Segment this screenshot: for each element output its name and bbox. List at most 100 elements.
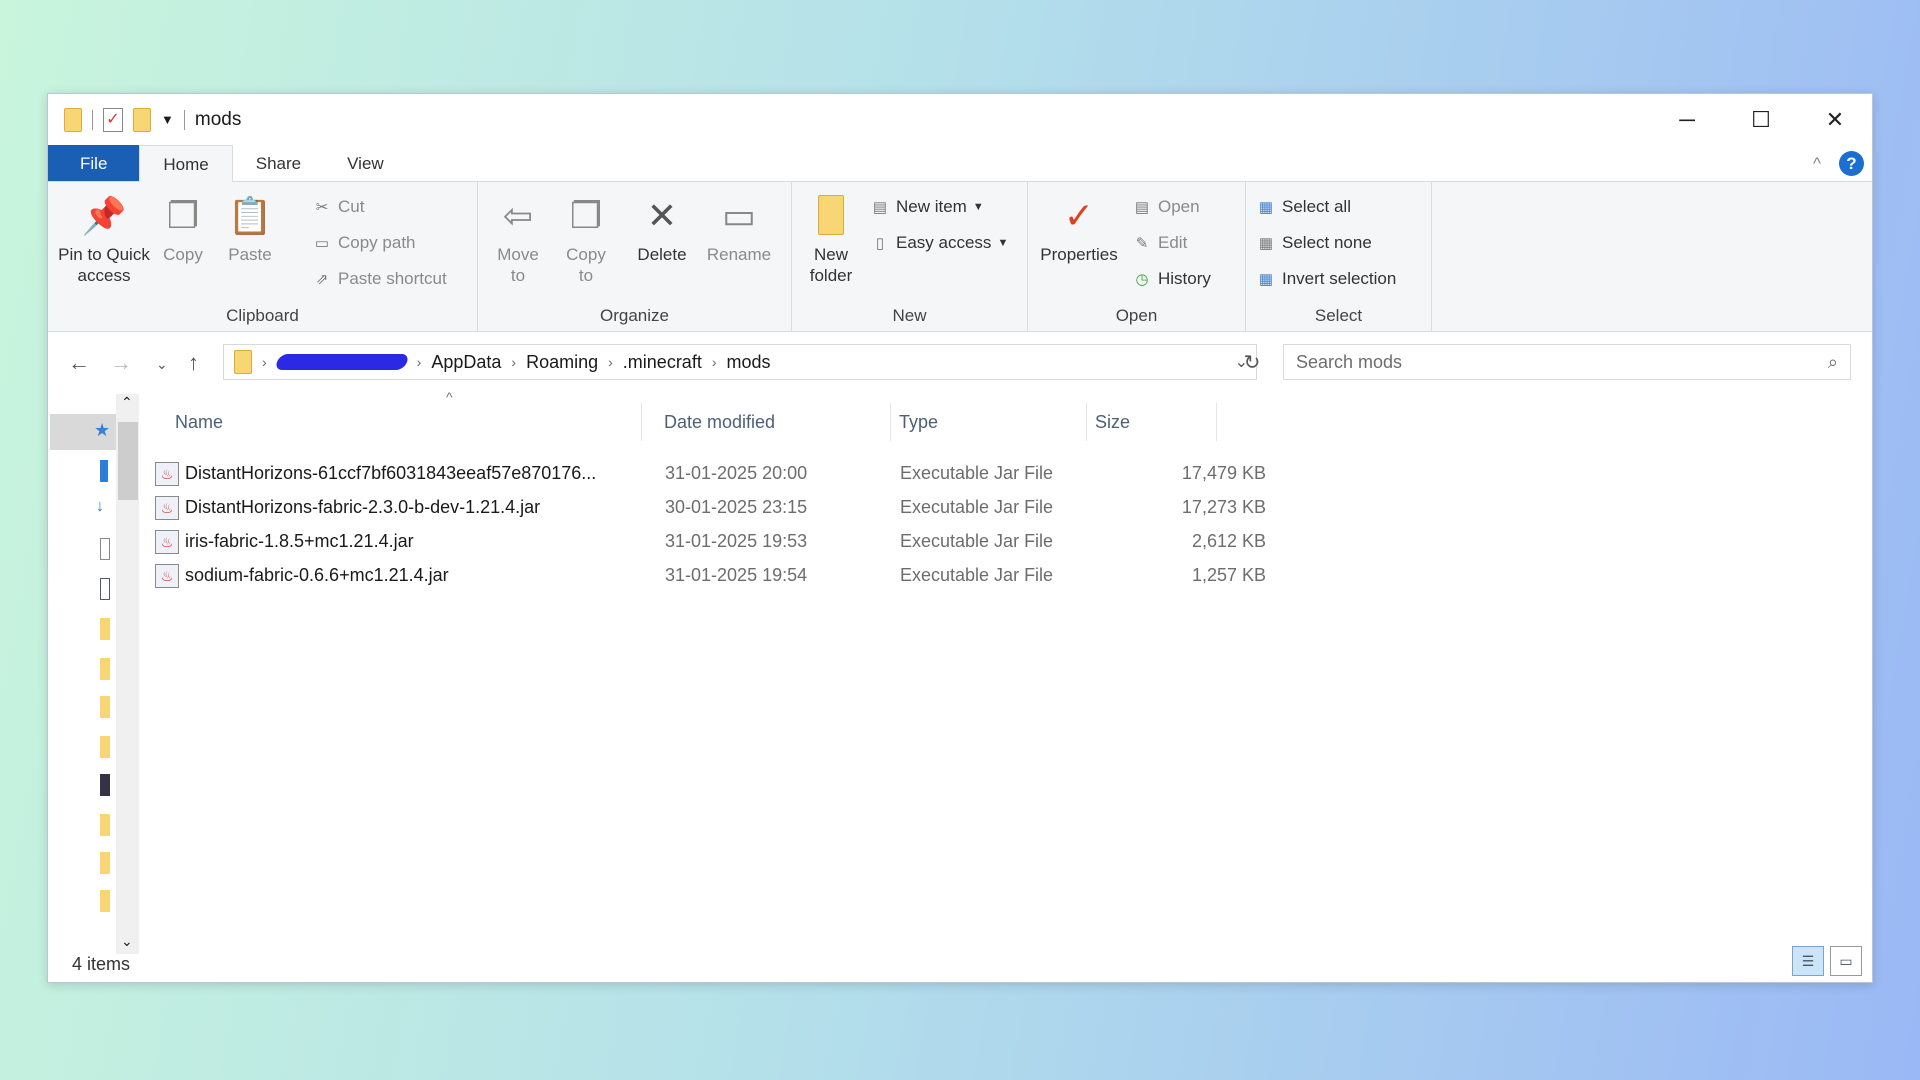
help-icon[interactable]: ? [1839, 151, 1864, 176]
jar-file-icon: ♨ [155, 530, 179, 554]
history-button[interactable]: ◷ History [1132, 266, 1211, 292]
column-header-type[interactable]: Type [891, 403, 1087, 441]
redacted-user-crumb[interactable] [273, 354, 410, 370]
breadcrumb-minecraft[interactable]: .minecraft [623, 352, 702, 373]
properties-button[interactable]: ✓ Properties [1034, 192, 1124, 265]
move-to-icon: ⇦ [502, 194, 534, 236]
column-header-date[interactable]: Date modified [656, 403, 891, 441]
window-title: mods [194, 108, 242, 130]
divider [183, 109, 185, 130]
open-button[interactable]: ▤ Open [1132, 194, 1200, 220]
scissors-icon: ✂ [315, 199, 329, 216]
edit-icon: ✎ [1135, 235, 1149, 252]
scrollbar-thumb[interactable] [118, 422, 138, 500]
folder-icon[interactable] [100, 736, 110, 758]
maximize-button[interactable]: ☐ [1724, 94, 1798, 145]
select-none-icon: ▦ [1258, 235, 1274, 252]
delete-button[interactable]: ✕ Delete [632, 192, 692, 265]
status-item-count: 4 items [72, 954, 131, 974]
new-folder-button[interactable]: New folder [800, 192, 862, 286]
tab-view[interactable]: View [324, 145, 407, 181]
details-view-button[interactable]: ☰ [1792, 946, 1824, 976]
select-none-label: Select none [1282, 233, 1372, 252]
breadcrumb-mods[interactable]: mods [727, 352, 771, 373]
tab-file[interactable]: File [48, 145, 140, 181]
address-bar[interactable]: › › AppData › Roaming › .minecraft › mod… [223, 344, 1257, 380]
edit-button[interactable]: ✎ Edit [1132, 230, 1188, 256]
file-date: 31-01-2025 20:00 [665, 463, 808, 483]
forward-button[interactable]: → [110, 350, 132, 376]
pin-button[interactable]: 📌 Pin to Quick access [58, 192, 150, 286]
refresh-button[interactable]: ↻ [1233, 344, 1271, 380]
folder-icon[interactable] [100, 618, 110, 640]
copy-path-button[interactable]: ▭ Copy path [312, 230, 416, 256]
breadcrumb-roaming[interactable]: Roaming [526, 352, 598, 373]
file-name: iris-fabric-1.8.5+mc1.21.4.jar [185, 531, 414, 551]
invert-selection-icon: ▦ [1258, 271, 1274, 288]
paste-shortcut-button[interactable]: ⇗ Paste shortcut [312, 266, 447, 292]
folder-icon[interactable] [100, 814, 110, 836]
open-icon: ▤ [1134, 199, 1150, 216]
clipboard-group: 📌 Pin to Quick access ❐ Copy 📋 Paste ✂ Cut ▭… [48, 182, 478, 332]
easy-access-button[interactable]: ▯ Easy access ▼ [870, 230, 1008, 256]
new-folder-quick-icon[interactable] [133, 107, 151, 132]
breadcrumb-appdata[interactable]: AppData [431, 352, 501, 373]
customize-toolbar-icon[interactable]: ▼ [161, 112, 174, 127]
history-label: History [1158, 269, 1211, 288]
properties-quick-icon[interactable]: ✓ [103, 107, 123, 132]
videos-icon[interactable] [100, 774, 110, 796]
pin-label: Pin to Quick access [58, 245, 150, 285]
jar-file-icon: ♨ [155, 496, 179, 520]
file-row[interactable]: ♨ sodium-fabric-0.6.6+mc1.21.4.jar 31-01… [138, 559, 1268, 591]
paste-button[interactable]: 📋 Paste [220, 192, 280, 265]
copy-button[interactable]: ❐ Copy [158, 192, 208, 265]
cut-label: Cut [338, 197, 365, 216]
pictures-icon[interactable] [100, 578, 110, 600]
copy-to-button[interactable]: ❐ Copy to [558, 192, 614, 286]
folder-icon[interactable] [100, 696, 110, 718]
large-icons-view-button[interactable]: ▭ [1830, 946, 1862, 976]
cut-button[interactable]: ✂ Cut [312, 194, 365, 220]
file-type: Executable Jar File [900, 531, 1054, 551]
copy-to-label: Copy to [566, 245, 606, 285]
invert-selection-button[interactable]: ▦ Invert selection [1256, 266, 1396, 292]
close-button[interactable]: ✕ [1798, 94, 1872, 145]
rename-label: Rename [706, 245, 772, 264]
scroll-down-icon[interactable]: ⌄ [121, 933, 133, 950]
documents-icon[interactable] [100, 538, 110, 560]
rename-button[interactable]: ▭ Rename [702, 192, 776, 265]
tab-home[interactable]: Home [139, 145, 233, 183]
scroll-up-icon[interactable]: ⌃ [121, 394, 133, 411]
select-none-button[interactable]: ▦ Select none [1256, 230, 1372, 256]
column-header-size[interactable]: Size [1087, 403, 1217, 441]
move-to-button[interactable]: ⇦ Move to [490, 192, 546, 286]
new-item-button[interactable]: ▤ New item ▼ [870, 194, 984, 220]
select-all-button[interactable]: ▦ Select all [1256, 194, 1351, 220]
desktop-icon[interactable] [100, 460, 108, 482]
folder-icon[interactable] [100, 658, 110, 680]
collapse-ribbon-icon[interactable]: ^ [1813, 154, 1821, 174]
new-item-icon: ▤ [872, 199, 888, 216]
search-icon: ⌕ [1827, 351, 1838, 372]
ribbon: 📌 Pin to Quick access ❐ Copy 📋 Paste ✂ Cut ▭… [48, 182, 1872, 332]
file-row[interactable]: ♨ DistantHorizons-fabric-2.3.0-b-dev-1.2… [138, 491, 1268, 523]
column-header-name[interactable]: Name [167, 403, 642, 441]
file-size: 17,479 KB [1181, 463, 1266, 483]
folder-icon[interactable] [100, 890, 110, 912]
file-row[interactable]: ♨ DistantHorizons-61ccf7bf6031843eeaf57e… [138, 457, 1268, 489]
downloads-icon[interactable]: ↓ [96, 498, 106, 520]
up-button[interactable]: ↑ [188, 350, 199, 376]
delete-x-icon: ✕ [646, 194, 678, 236]
minimize-button[interactable]: ─ [1650, 94, 1724, 145]
back-button[interactable]: ← [68, 350, 90, 376]
recent-locations-button[interactable]: ⌄ [156, 356, 168, 373]
tab-share[interactable]: Share [233, 145, 324, 181]
star-icon[interactable]: ★ [94, 420, 110, 442]
open-label: Open [1158, 197, 1200, 216]
file-size: 1,257 KB [1191, 565, 1266, 585]
easy-access-label: Easy access [896, 233, 992, 252]
search-input[interactable]: Search mods ⌕ [1283, 344, 1851, 380]
edit-label: Edit [1158, 233, 1188, 252]
file-row[interactable]: ♨ iris-fabric-1.8.5+mc1.21.4.jar 31-01-2… [138, 525, 1268, 557]
folder-icon[interactable] [100, 852, 110, 874]
